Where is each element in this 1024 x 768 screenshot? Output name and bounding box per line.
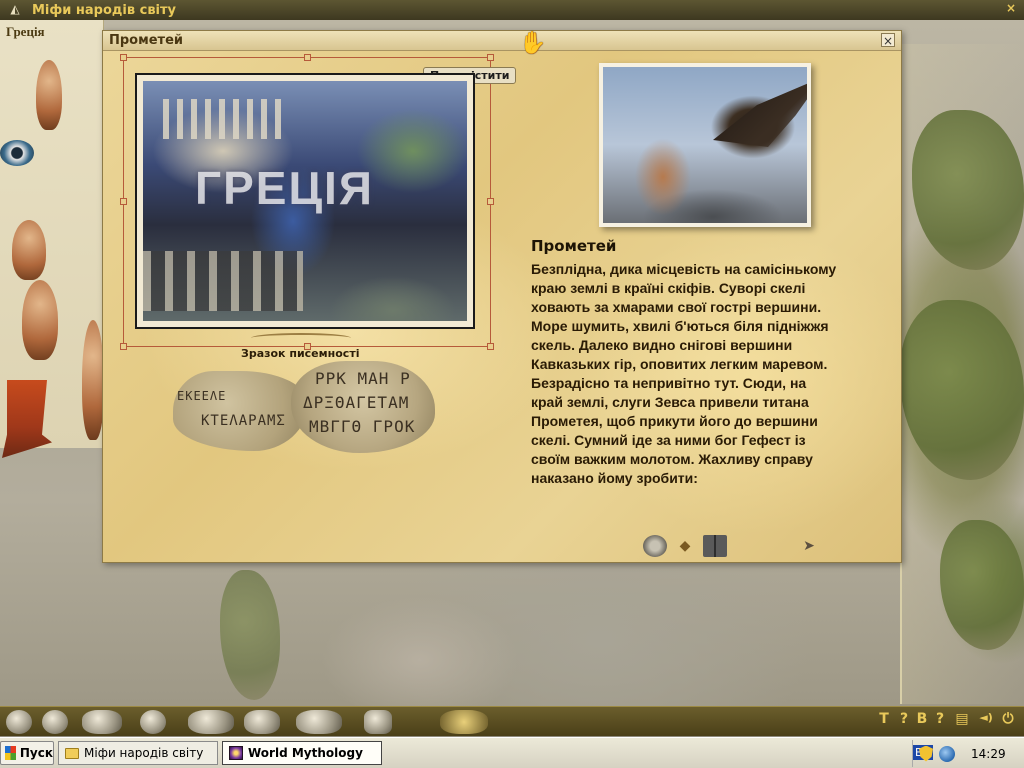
network-icon[interactable] bbox=[939, 745, 955, 762]
text-size-icon[interactable]: T bbox=[876, 711, 892, 731]
eagle-wing bbox=[713, 77, 807, 147]
taskbar-item[interactable]: Міфи народів світу bbox=[58, 741, 218, 765]
book-icon[interactable] bbox=[703, 535, 727, 557]
writing-sample-stone: ΚΤΕΛΑΡΑΜΣ ΕΚΕΕΛΕ ΡΡΚ ΜΑΗ Ρ ΔΡΞΘΑΓΕΤΑΜ ΜΒ… bbox=[173, 361, 435, 457]
dialog-toolbar: ◆ ➤ bbox=[643, 535, 815, 557]
photo-caption: ГРЕЦІЯ bbox=[195, 162, 374, 214]
rune-line: ΕΚΕΕΛΕ bbox=[177, 389, 227, 403]
caryatid-columns bbox=[143, 251, 303, 311]
world-map-icon[interactable] bbox=[440, 710, 488, 734]
taskbar-item-label: World Mythology bbox=[248, 746, 363, 760]
stone-fragment bbox=[173, 371, 308, 451]
bottom-toolbar: T ? B ? ▤ ◄) ⏻ bbox=[0, 706, 1024, 736]
app-close-button[interactable]: × bbox=[1002, 1, 1020, 18]
book-open-icon[interactable]: ▤ bbox=[952, 711, 972, 731]
country-name: Греція bbox=[6, 24, 45, 39]
clock: 14:29 bbox=[971, 746, 1006, 761]
writing-sample-label: Зразок писемності bbox=[241, 347, 360, 360]
temple-columns bbox=[163, 99, 283, 139]
greek-figure bbox=[82, 320, 104, 440]
windows-logo-icon bbox=[5, 746, 16, 760]
nav-icon[interactable] bbox=[188, 710, 234, 734]
resize-handle[interactable] bbox=[304, 54, 311, 61]
gear-icon[interactable] bbox=[643, 535, 667, 557]
article-title: Прометей bbox=[531, 237, 617, 255]
shield-icon[interactable] bbox=[919, 745, 933, 762]
power-icon[interactable]: ⏻ bbox=[1000, 711, 1016, 731]
nav-icon[interactable] bbox=[244, 710, 280, 734]
start-label: Пуск bbox=[19, 746, 53, 760]
nav-icon[interactable] bbox=[296, 710, 342, 734]
next-arrow-icon[interactable]: ➤ bbox=[797, 535, 821, 557]
bookmark-icon[interactable]: B bbox=[914, 711, 930, 731]
prometheus-image-frame bbox=[599, 63, 811, 227]
app-icon bbox=[229, 746, 243, 760]
rune-line: ΜΒΓΓΘ ΓΡΟΚ bbox=[309, 417, 416, 436]
folder-icon bbox=[65, 747, 79, 759]
resize-handle[interactable] bbox=[120, 343, 127, 350]
rune-line: ΚΤΕΛΑΡΑΜΣ bbox=[201, 413, 286, 429]
greece-collage-image: ГРЕЦІЯ bbox=[143, 81, 467, 321]
rune-line: ΔΡΞΘΑΓΕΤΑΜ bbox=[303, 393, 410, 412]
resize-handle[interactable] bbox=[120, 54, 127, 61]
info-icon[interactable]: ? bbox=[932, 711, 948, 731]
app-title: Міфи народів світу bbox=[32, 2, 177, 18]
article-text: Безплідна, дика місцевість на самісінько… bbox=[531, 261, 837, 486]
windows-taskbar: Пуск Міфи народів світу World Mythology … bbox=[0, 737, 1024, 768]
resize-handle[interactable] bbox=[487, 198, 494, 205]
app-logo-icon: ◭ bbox=[10, 2, 20, 16]
nav-icon[interactable] bbox=[42, 710, 68, 734]
myth-dialog: Прометей × ✋ Перемістити ГРЕЦІЯ Зразок п… bbox=[102, 30, 902, 563]
rune-line: ΡΡΚ ΜΑΗ Ρ bbox=[315, 369, 411, 388]
system-tray: 14:29 bbox=[912, 740, 1024, 767]
app-titlebar: ◭ Міфи народів світу × bbox=[0, 0, 1024, 20]
nav-icon[interactable] bbox=[6, 710, 32, 734]
dialog-close-button[interactable]: × bbox=[881, 33, 895, 48]
hand-cursor-icon: ✋ bbox=[519, 31, 547, 56]
resize-handle[interactable] bbox=[487, 54, 494, 61]
prometheus-eagle-image bbox=[603, 67, 807, 223]
taskbar-item-label: Міфи народів світу bbox=[84, 746, 204, 760]
eye-icon[interactable] bbox=[0, 140, 34, 166]
sound-icon[interactable]: ◄) bbox=[976, 711, 996, 731]
bag-icon[interactable]: ◆ bbox=[673, 535, 697, 557]
nav-icon[interactable] bbox=[140, 710, 166, 734]
resize-handle[interactable] bbox=[120, 198, 127, 205]
greek-figure bbox=[36, 60, 62, 130]
greek-figure bbox=[12, 220, 46, 280]
left-figures-panel bbox=[0, 20, 104, 458]
start-button[interactable]: Пуск bbox=[0, 741, 54, 765]
resize-handle[interactable] bbox=[487, 343, 494, 350]
taskbar-item[interactable]: World Mythology bbox=[222, 741, 382, 765]
greece-photo-frame: ГРЕЦІЯ bbox=[135, 73, 475, 329]
help-icon[interactable]: ? bbox=[896, 711, 912, 731]
dialog-title: Прометей bbox=[109, 33, 184, 48]
dialog-titlebar[interactable]: Прометей bbox=[103, 31, 901, 51]
scroll-ornament bbox=[251, 333, 351, 343]
nav-icon[interactable] bbox=[82, 710, 122, 734]
greek-figure bbox=[22, 280, 58, 360]
ship-icon bbox=[2, 380, 52, 458]
nav-icon[interactable] bbox=[364, 710, 392, 734]
